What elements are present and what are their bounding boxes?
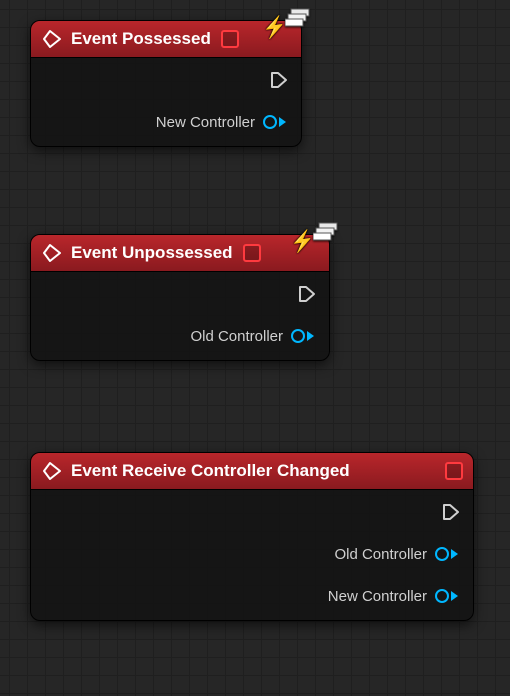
node-body: Old Controller xyxy=(31,272,329,360)
node-overlay-icons: ⚡ xyxy=(262,7,313,38)
output-pin-new-controller[interactable]: New Controller xyxy=(43,110,289,134)
object-pin-icon xyxy=(291,329,317,343)
node-body: New Controller xyxy=(31,58,301,146)
output-pin-old-controller[interactable]: Old Controller xyxy=(43,324,317,348)
node-header[interactable]: Event Unpossessed ⚡ xyxy=(31,235,329,272)
exec-pin-icon xyxy=(297,284,317,304)
pin-label: Old Controller xyxy=(334,546,427,563)
function-level-badge-icon xyxy=(221,30,239,48)
node-title: Event Receive Controller Changed xyxy=(71,461,350,481)
pin-label: New Controller xyxy=(156,114,255,131)
node-header[interactable]: Event Receive Controller Changed xyxy=(31,453,473,490)
exec-pin-icon xyxy=(269,70,289,90)
pin-label: New Controller xyxy=(328,588,427,605)
output-pin-old-controller[interactable]: Old Controller xyxy=(43,542,461,566)
event-arrow-icon xyxy=(41,460,63,482)
event-node-receive-controller-changed[interactable]: Event Receive Controller Changed Old Con… xyxy=(30,452,474,621)
exec-output-pin[interactable] xyxy=(43,282,317,306)
object-pin-icon xyxy=(435,547,461,561)
function-level-badge-icon xyxy=(445,462,463,480)
node-title: Event Possessed xyxy=(71,29,211,49)
node-header[interactable]: Event Possessed ⚡ xyxy=(31,21,301,58)
event-arrow-icon xyxy=(41,242,63,264)
exec-output-pin[interactable] xyxy=(43,500,461,524)
pin-label: Old Controller xyxy=(190,328,283,345)
node-body: Old Controller New Controller xyxy=(31,490,473,620)
event-arrow-icon xyxy=(41,28,63,50)
exec-pin-icon xyxy=(441,502,461,522)
node-title: Event Unpossessed xyxy=(71,243,233,263)
event-node-unpossessed[interactable]: Event Unpossessed ⚡ Old Controller xyxy=(30,234,330,361)
server-stack-icon xyxy=(285,7,313,38)
output-pin-new-controller[interactable]: New Controller xyxy=(43,584,461,608)
node-overlay-icons: ⚡ xyxy=(290,221,341,252)
exec-output-pin[interactable] xyxy=(43,68,289,92)
function-level-badge-icon xyxy=(243,244,261,262)
object-pin-icon xyxy=(263,115,289,129)
object-pin-icon xyxy=(435,589,461,603)
server-stack-icon xyxy=(313,221,341,252)
event-node-possessed[interactable]: Event Possessed ⚡ New Controller xyxy=(30,20,302,147)
